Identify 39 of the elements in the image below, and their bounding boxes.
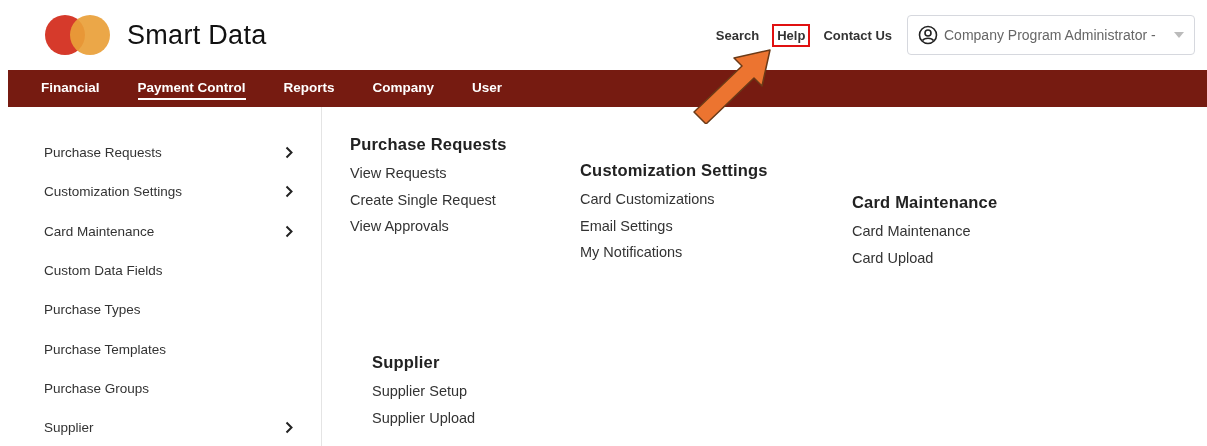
caret-icon <box>1174 32 1184 38</box>
sidebar-item[interactable]: Purchase Groups <box>0 368 321 409</box>
menu-link[interactable]: Supplier Upload <box>372 404 476 431</box>
user-icon <box>918 25 938 45</box>
menu-link[interactable]: Email Settings <box>580 212 673 239</box>
sidebar-item[interactable]: Purchase Requests <box>0 133 321 173</box>
header-link[interactable]: Contact Us <box>818 23 897 47</box>
menu-group-heading: Card Maintenance <box>852 193 998 212</box>
chevron-right-icon <box>285 224 293 238</box>
chevron-right-icon <box>285 185 293 199</box>
sidebar-item[interactable]: Supplier <box>0 408 321 446</box>
menu-group-heading: Purchase Requests <box>350 135 507 154</box>
sidebar-item[interactable]: Purchase Types <box>0 290 321 330</box>
menu-link[interactable]: Card Customizations <box>580 186 715 213</box>
menu-link[interactable]: My Notifications <box>580 239 683 266</box>
logo-text: Smart Data <box>127 19 267 51</box>
chevron-right-icon <box>285 421 293 435</box>
menu-link[interactable]: Create Single Request <box>350 186 496 213</box>
sidebar-item[interactable]: Customization Settings <box>0 172 321 212</box>
nav-tab[interactable]: User <box>472 77 503 100</box>
account-dropdown[interactable]: Company Program Administrator - <box>907 15 1195 55</box>
nav-tab[interactable]: Reports <box>283 77 335 100</box>
sidebar-item[interactable]: Purchase Templates <box>0 329 321 369</box>
chevron-right-icon <box>285 146 293 160</box>
menu-link[interactable]: View Requests <box>350 160 447 187</box>
nav-tab[interactable]: Payment Control <box>137 77 246 100</box>
sidebar-item[interactable]: Card Maintenance <box>0 211 321 251</box>
header-link[interactable]: Help <box>772 23 811 47</box>
menu-link[interactable]: Card Maintenance <box>852 218 971 245</box>
nav-tab[interactable]: Company <box>372 77 435 100</box>
menu-link[interactable]: Supplier Setup <box>372 378 468 405</box>
menu-link[interactable]: Card Upload <box>852 244 934 271</box>
menu-group-heading: Customization Settings <box>580 161 768 180</box>
header-link[interactable]: Search <box>710 23 765 47</box>
nav-tab[interactable]: Financial <box>41 77 100 100</box>
logo-icon <box>45 14 111 56</box>
sidebar-item[interactable]: Custom Data Fields <box>0 250 321 291</box>
menu-group-heading: Supplier <box>372 353 440 372</box>
menu-link[interactable]: View Approvals <box>350 213 449 240</box>
